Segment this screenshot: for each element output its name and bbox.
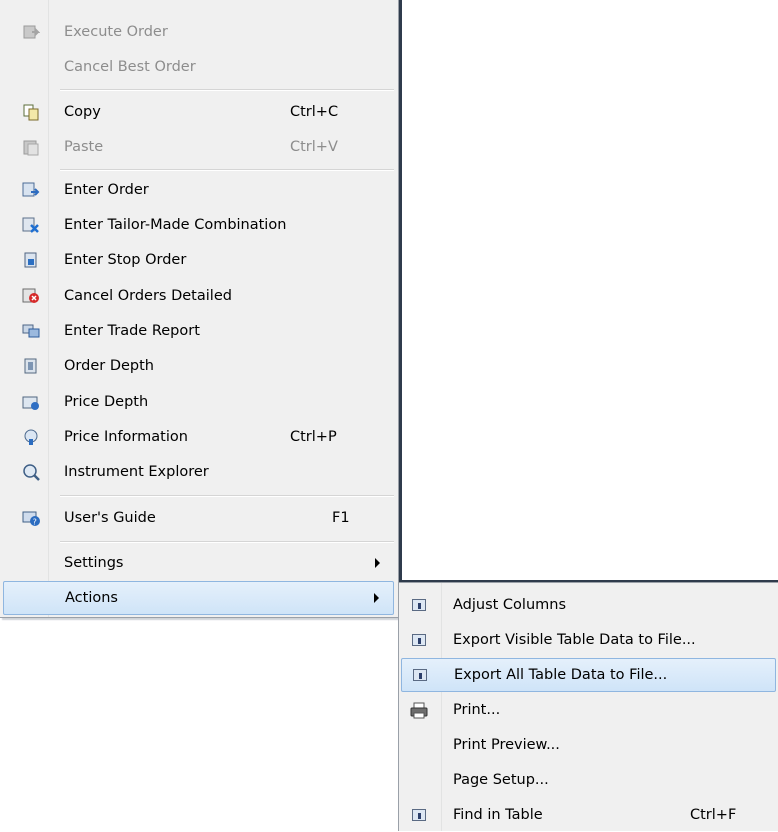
table-icon [409,595,429,615]
menu-item-users-guide[interactable]: ? User's Guide F1 [3,501,394,535]
menu-item-label: Actions [65,590,118,606]
shortcut-label: Ctrl+P [290,429,337,445]
menu-separator [60,541,394,543]
menu-item-enter-stop-order[interactable]: Enter Stop Order [3,243,394,277]
shortcut-label: F1 [332,510,350,526]
menu-item-label: Page Setup... [453,772,549,788]
menu-separator [60,89,394,91]
shortcut-label: Ctrl+F [690,807,737,823]
menu-item-label: Enter Order [64,182,149,198]
menu-item-copy[interactable]: Copy Ctrl+C [3,95,394,129]
menu-item-enter-order[interactable]: Enter Order [3,173,394,207]
context-menu: Execute Order Cancel Best Order Copy Ctr… [0,0,402,618]
submenu-shadow [399,580,778,582]
menu-item-enter-trade-report[interactable]: Enter Trade Report [3,314,394,348]
menu-separator [60,495,394,497]
menu-item-label: Print Preview... [453,737,560,753]
menu-item-label: Print... [453,702,501,718]
menu-item-label: Settings [64,555,124,571]
menu-item-label: Price Information [64,429,188,445]
menu-shadow [399,0,402,617]
help-icon: ? [21,508,41,528]
menu-item-label: Execute Order [64,24,168,40]
trade-report-icon [21,321,41,341]
paste-icon [21,137,41,157]
shortcut-label: Ctrl+C [290,104,339,120]
table-icon [409,630,429,650]
submenu-item-print-preview[interactable]: Print Preview... [401,728,776,762]
printer-icon [409,700,429,720]
menu-item-label: Paste [64,139,104,155]
submenu-item-page-setup[interactable]: Page Setup... [401,763,776,797]
copy-icon [21,102,41,122]
menu-item-label: Enter Stop Order [64,252,187,268]
menu-item-price-information[interactable]: Price Information Ctrl+P [3,420,394,454]
svg-text:?: ? [33,518,37,527]
menu-item-label: Export All Table Data to File... [454,667,668,683]
menu-item-label: Adjust Columns [453,597,567,613]
menu-item-actions[interactable]: Actions [3,581,394,615]
menu-item-instrument-explorer[interactable]: Instrument Explorer [3,455,394,489]
submenu-arrow-icon [375,558,380,568]
price-information-icon [21,427,41,447]
menu-item-cancel-best-order[interactable]: Cancel Best Order [3,50,394,84]
submenu-arrow-icon [374,593,379,603]
submenu-item-print[interactable]: Print... [401,693,776,727]
menu-item-label: Copy [64,104,101,120]
menu-item-paste[interactable]: Paste Ctrl+V [3,130,394,164]
menu-item-order-depth[interactable]: Order Depth [3,349,394,383]
menu-separator [60,169,394,171]
menu-item-label: User's Guide [64,510,156,526]
menu-item-label: Find in Table [453,807,543,823]
menu-item-label: Export Visible Table Data to File... [453,632,696,648]
submenu-item-adjust-columns[interactable]: Adjust Columns [401,588,776,622]
menu-item-settings[interactable]: Settings [3,546,394,580]
order-depth-icon [21,356,41,376]
submenu-item-find-in-table[interactable]: Find in Table Ctrl+F [401,798,776,832]
menu-item-label: Instrument Explorer [64,464,209,480]
menu-item-price-depth[interactable]: Price Depth [3,385,394,419]
menu-item-label: Enter Trade Report [64,323,200,339]
stop-order-icon [21,250,41,270]
tailor-made-combination-icon [21,215,41,235]
enter-order-icon [21,180,41,200]
submenu-item-export-visible-table-data[interactable]: Export Visible Table Data to File... [401,623,776,657]
menu-item-label: Enter Tailor-Made Combination [64,217,287,233]
instrument-explorer-icon [21,462,41,482]
actions-submenu: Adjust Columns Export Visible Table Data… [398,580,778,832]
menu-item-enter-tailor-made-combination[interactable]: Enter Tailor-Made Combination [3,208,394,242]
menu-item-label: Cancel Best Order [64,59,196,75]
menu-item-execute-order[interactable]: Execute Order [3,15,394,49]
cancel-orders-icon [21,286,41,306]
menu-item-cancel-orders-detailed[interactable]: Cancel Orders Detailed [3,279,394,313]
price-depth-icon [21,392,41,412]
table-icon [409,805,429,825]
shortcut-label: Ctrl+V [290,139,338,155]
menu-item-label: Cancel Orders Detailed [64,288,232,304]
submenu-item-export-all-table-data[interactable]: Export All Table Data to File... [401,658,776,692]
table-icon [410,665,430,685]
menu-item-label: Price Depth [64,394,149,410]
execute-order-icon [21,22,41,42]
menu-item-label: Order Depth [64,358,154,374]
